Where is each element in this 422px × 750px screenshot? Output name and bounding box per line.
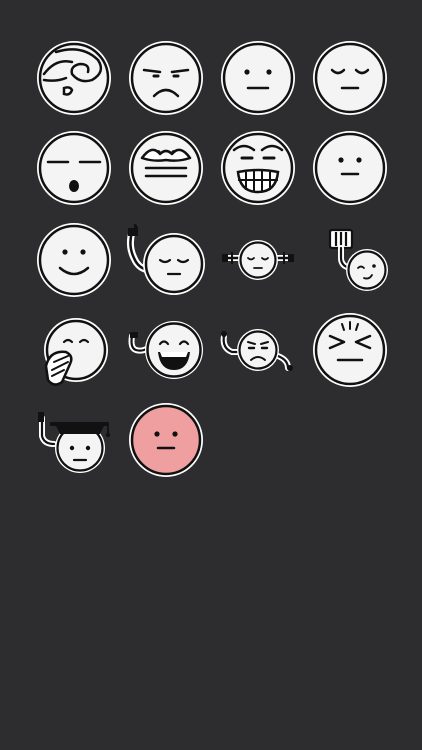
yawning-face-icon [44, 318, 108, 386]
swirl-eye-face-icon [37, 41, 111, 115]
thumbs-up-face-icon [126, 224, 205, 295]
content-face-icon [313, 41, 387, 115]
emoji-sticker-squint[interactable] [312, 312, 388, 388]
annoyed-face-icon [220, 329, 293, 371]
emoji-sticker-content[interactable] [312, 40, 388, 116]
big-lips-face-icon [129, 131, 203, 205]
squinting-face-icon [313, 313, 387, 387]
emoji-sticker-grin[interactable] [220, 130, 296, 206]
emoji-sticker-neutral[interactable] [220, 40, 296, 116]
emoji-sticker-shocked-flat[interactable] [36, 130, 112, 206]
emoji-sticker-smile[interactable] [36, 222, 112, 298]
sticker-grid [0, 0, 422, 750]
emoji-sticker-pink[interactable] [128, 402, 204, 478]
arms-out-face-icon [222, 240, 294, 280]
neutral-face-icon [221, 41, 295, 115]
flat-eyes-open-mouth-face-icon [37, 131, 111, 205]
emoji-sticker-lips[interactable] [128, 130, 204, 206]
emoji-sticker-graduate[interactable] [34, 408, 114, 476]
small-eyes-face-icon [313, 131, 387, 205]
emoji-sticker-yawn[interactable] [40, 316, 108, 388]
emoji-sticker-laughing[interactable] [128, 318, 204, 382]
smile-face-icon [37, 223, 111, 297]
grinning-teeth-face-icon [221, 131, 295, 205]
plug-wink-face-icon [328, 228, 388, 291]
emoji-sticker-annoyed[interactable] [218, 326, 298, 372]
emoji-sticker-arms-out[interactable] [218, 238, 298, 282]
emoji-sticker-eye-swirl[interactable] [36, 40, 112, 116]
emoji-sticker-grumpy[interactable] [128, 40, 204, 116]
emoji-sticker-thumbs-up[interactable] [124, 222, 208, 298]
grumpy-face-icon [129, 41, 203, 115]
pink-neutral-face-icon [129, 403, 203, 477]
emoji-sticker-small-eyes[interactable] [312, 130, 388, 206]
laughing-face-icon [128, 321, 203, 379]
emoji-sticker-plug-wink[interactable] [326, 228, 390, 294]
graduate-face-icon [38, 412, 111, 473]
